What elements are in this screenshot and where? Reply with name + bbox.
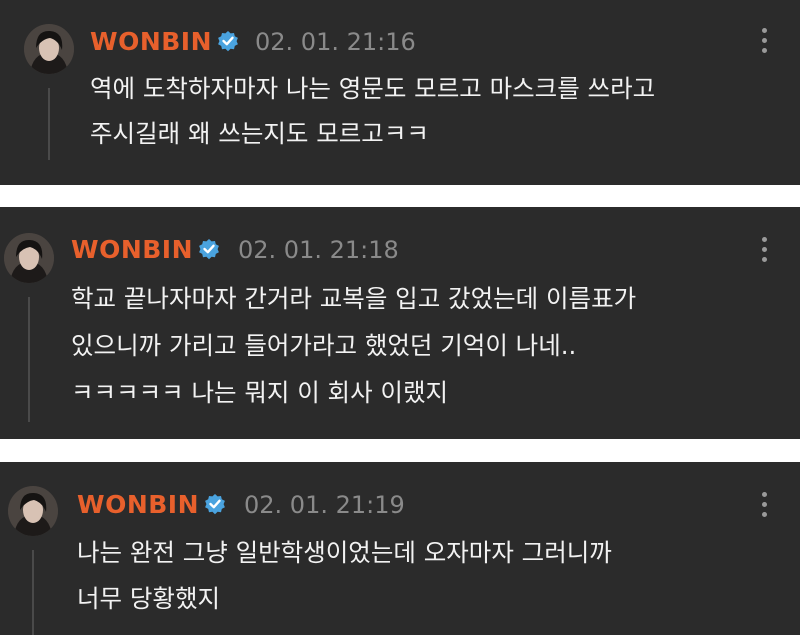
more-vertical-icon[interactable]: [757, 26, 773, 56]
post-line: 나는 완전 그냥 일반학생이었는데 오자마자 그러니까: [77, 538, 612, 567]
post-line: 학교 끝나자마자 간거라 교복을 입고 갔었는데 이름표가: [71, 284, 637, 313]
author-name[interactable]: WONBIN: [77, 490, 199, 519]
author-name[interactable]: WONBIN: [71, 235, 193, 264]
post-card: WONBIN 02. 01. 21:19 나는 완전 그냥 일반학생이었는데 오…: [0, 462, 800, 635]
post-line: 역에 도착하자마자 나는 영문도 모르고 마스크를 쓰라고: [90, 74, 656, 103]
post-card: WONBIN 02. 01. 21:18 학교 끝나자마자 간거라 교복을 입고…: [0, 207, 800, 439]
post-card: WONBIN 02. 01. 21:16 역에 도착하자마자 나는 영문도 모르…: [0, 0, 800, 185]
avatar[interactable]: [4, 233, 54, 283]
thread-line: [32, 550, 34, 635]
author-name[interactable]: WONBIN: [90, 27, 212, 56]
post-line: 있으니까 가리고 들어가라고 했었던 기억이 나네..: [71, 331, 577, 360]
more-vertical-icon[interactable]: [757, 235, 773, 265]
post-timestamp: 02. 01. 21:16: [255, 28, 416, 56]
avatar[interactable]: [8, 486, 58, 536]
verified-check-icon: [218, 31, 238, 52]
post-timestamp: 02. 01. 21:18: [238, 236, 399, 264]
post-body: 나는 완전 그냥 일반학생이었는데 오자마자 그러니까 너무 당황했지: [77, 534, 612, 618]
post-body: 역에 도착하자마자 나는 영문도 모르고 마스크를 쓰라고 주시길래 왜 쓰는지…: [90, 70, 655, 153]
thread-line: [28, 297, 30, 422]
post-line: ㅋㅋㅋㅋㅋ 나는 뭐지 이 회사 이랬지: [71, 378, 449, 407]
verified-check-icon: [205, 494, 225, 515]
post-line: 주시길래 왜 쓰는지도 모르고ㅋㅋ: [90, 119, 429, 148]
post-line: 너무 당황했지: [77, 584, 221, 613]
more-vertical-icon[interactable]: [757, 490, 773, 520]
thread-line: [48, 88, 50, 160]
post-body: 학교 끝나자마자 간거라 교복을 입고 갔었는데 이름표가 있으니까 가리고 들…: [71, 280, 636, 412]
post-timestamp: 02. 01. 21:19: [244, 491, 405, 519]
avatar[interactable]: [24, 24, 74, 74]
verified-check-icon: [199, 239, 219, 260]
